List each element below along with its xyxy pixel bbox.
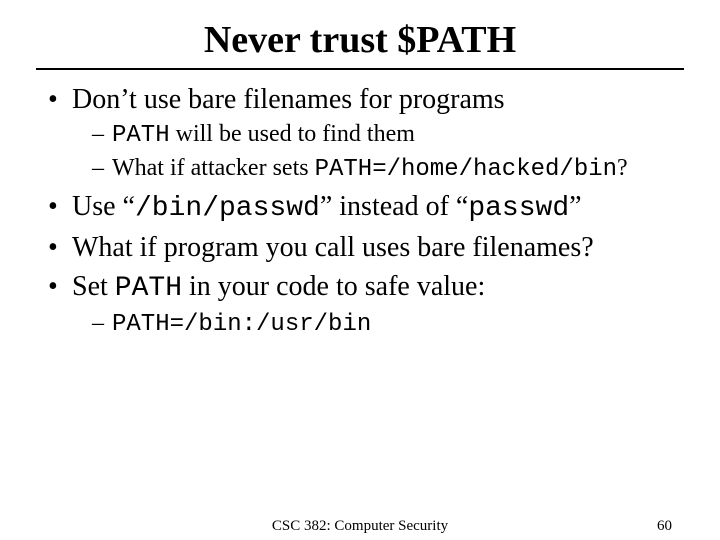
bullet-4: Set PATH in your code to safe value: PAT… — [48, 269, 684, 340]
code-path-assign: PATH=/home/hacked/bin — [315, 156, 617, 183]
bullet-1-sub-2-tail: ? — [617, 155, 628, 181]
bullet-list: Don’t use bare filenames for programs PA… — [36, 82, 684, 340]
slide-title: Never trust $PATH — [36, 18, 684, 62]
bullet-3-text: What if program you call uses bare filen… — [72, 232, 594, 263]
bullet-1-sub-1: PATH will be used to find them — [92, 119, 684, 151]
code-bin-passwd: /bin/passwd — [135, 193, 320, 224]
quote-close: ” — [320, 191, 332, 222]
code-passwd: passwd — [468, 193, 569, 224]
code-path-2: PATH — [115, 273, 182, 304]
bullet-1-sub-2-lead: What if attacker sets — [112, 155, 315, 181]
bullet-1-sub-1-rest: will be used to find them — [170, 121, 415, 147]
bullet-2-tail: ” — [569, 191, 581, 222]
bullet-2-mid: instead of “ — [332, 191, 468, 222]
slide: Never trust $PATH Don’t use bare filenam… — [0, 0, 720, 540]
quote-open: “ — [123, 191, 135, 222]
bullet-3: What if program you call uses bare filen… — [48, 230, 684, 265]
title-rule — [36, 68, 684, 70]
bullet-2-lead: Use — [72, 191, 123, 222]
bullet-4-sublist: PATH=/bin:/usr/bin — [72, 308, 684, 340]
code-path-value: PATH=/bin:/usr/bin — [112, 311, 371, 338]
bullet-4-tail: in your code to safe value: — [182, 271, 485, 302]
footer-course: CSC 382: Computer Security — [0, 518, 720, 535]
bullet-2: Use “/bin/passwd” instead of “passwd” — [48, 189, 684, 226]
footer-page-number: 60 — [657, 518, 672, 535]
code-path: PATH — [112, 122, 170, 149]
bullet-1-sublist: PATH will be used to find them What if a… — [72, 119, 684, 185]
bullet-1: Don’t use bare filenames for programs PA… — [48, 82, 684, 185]
bullet-1-sub-2: What if attacker sets PATH=/home/hacked/… — [92, 153, 684, 185]
bullet-1-text: Don’t use bare filenames for programs — [72, 84, 505, 115]
bullet-4-sub-1: PATH=/bin:/usr/bin — [92, 308, 684, 340]
bullet-4-lead: Set — [72, 271, 115, 302]
